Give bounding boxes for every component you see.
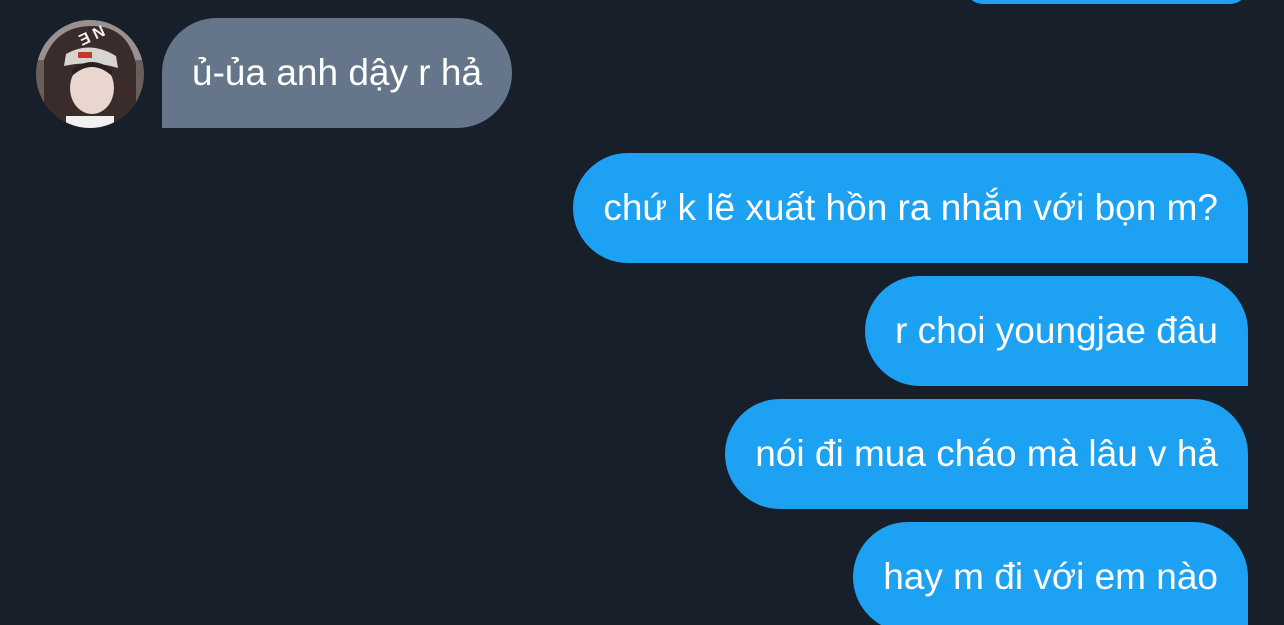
message-text: nói đi mua cháo mà lâu v hả	[755, 433, 1218, 474]
message-text: ủ-ủa anh dậy r hả	[192, 52, 483, 93]
message-bubble-outgoing[interactable]: chứ k lẽ xuất hồn ra nhắn với bọn m?	[573, 153, 1248, 263]
user-avatar-photo[interactable]: Ǝ N	[36, 20, 144, 128]
message-text: hay m đi với em nào	[883, 556, 1218, 597]
message-text: r choi youngjae đâu	[895, 310, 1218, 351]
message-bubble-outgoing[interactable]: r choi youngjae đâu	[865, 276, 1248, 386]
message-bubble-outgoing[interactable]: nói đi mua cháo mà lâu v hả	[725, 399, 1248, 509]
avatar-icon: Ǝ N	[36, 20, 144, 128]
previous-message-bubble[interactable]	[965, 0, 1248, 4]
message-bubble-outgoing[interactable]: hay m đi với em nào	[853, 522, 1248, 625]
message-bubble-incoming[interactable]: ủ-ủa anh dậy r hả	[162, 18, 513, 128]
chat-screen: Ǝ N ủ-ủa anh dậy r hả chứ k lẽ xuất hồn …	[0, 0, 1284, 625]
message-text: chứ k lẽ xuất hồn ra nhắn với bọn m?	[603, 187, 1218, 228]
